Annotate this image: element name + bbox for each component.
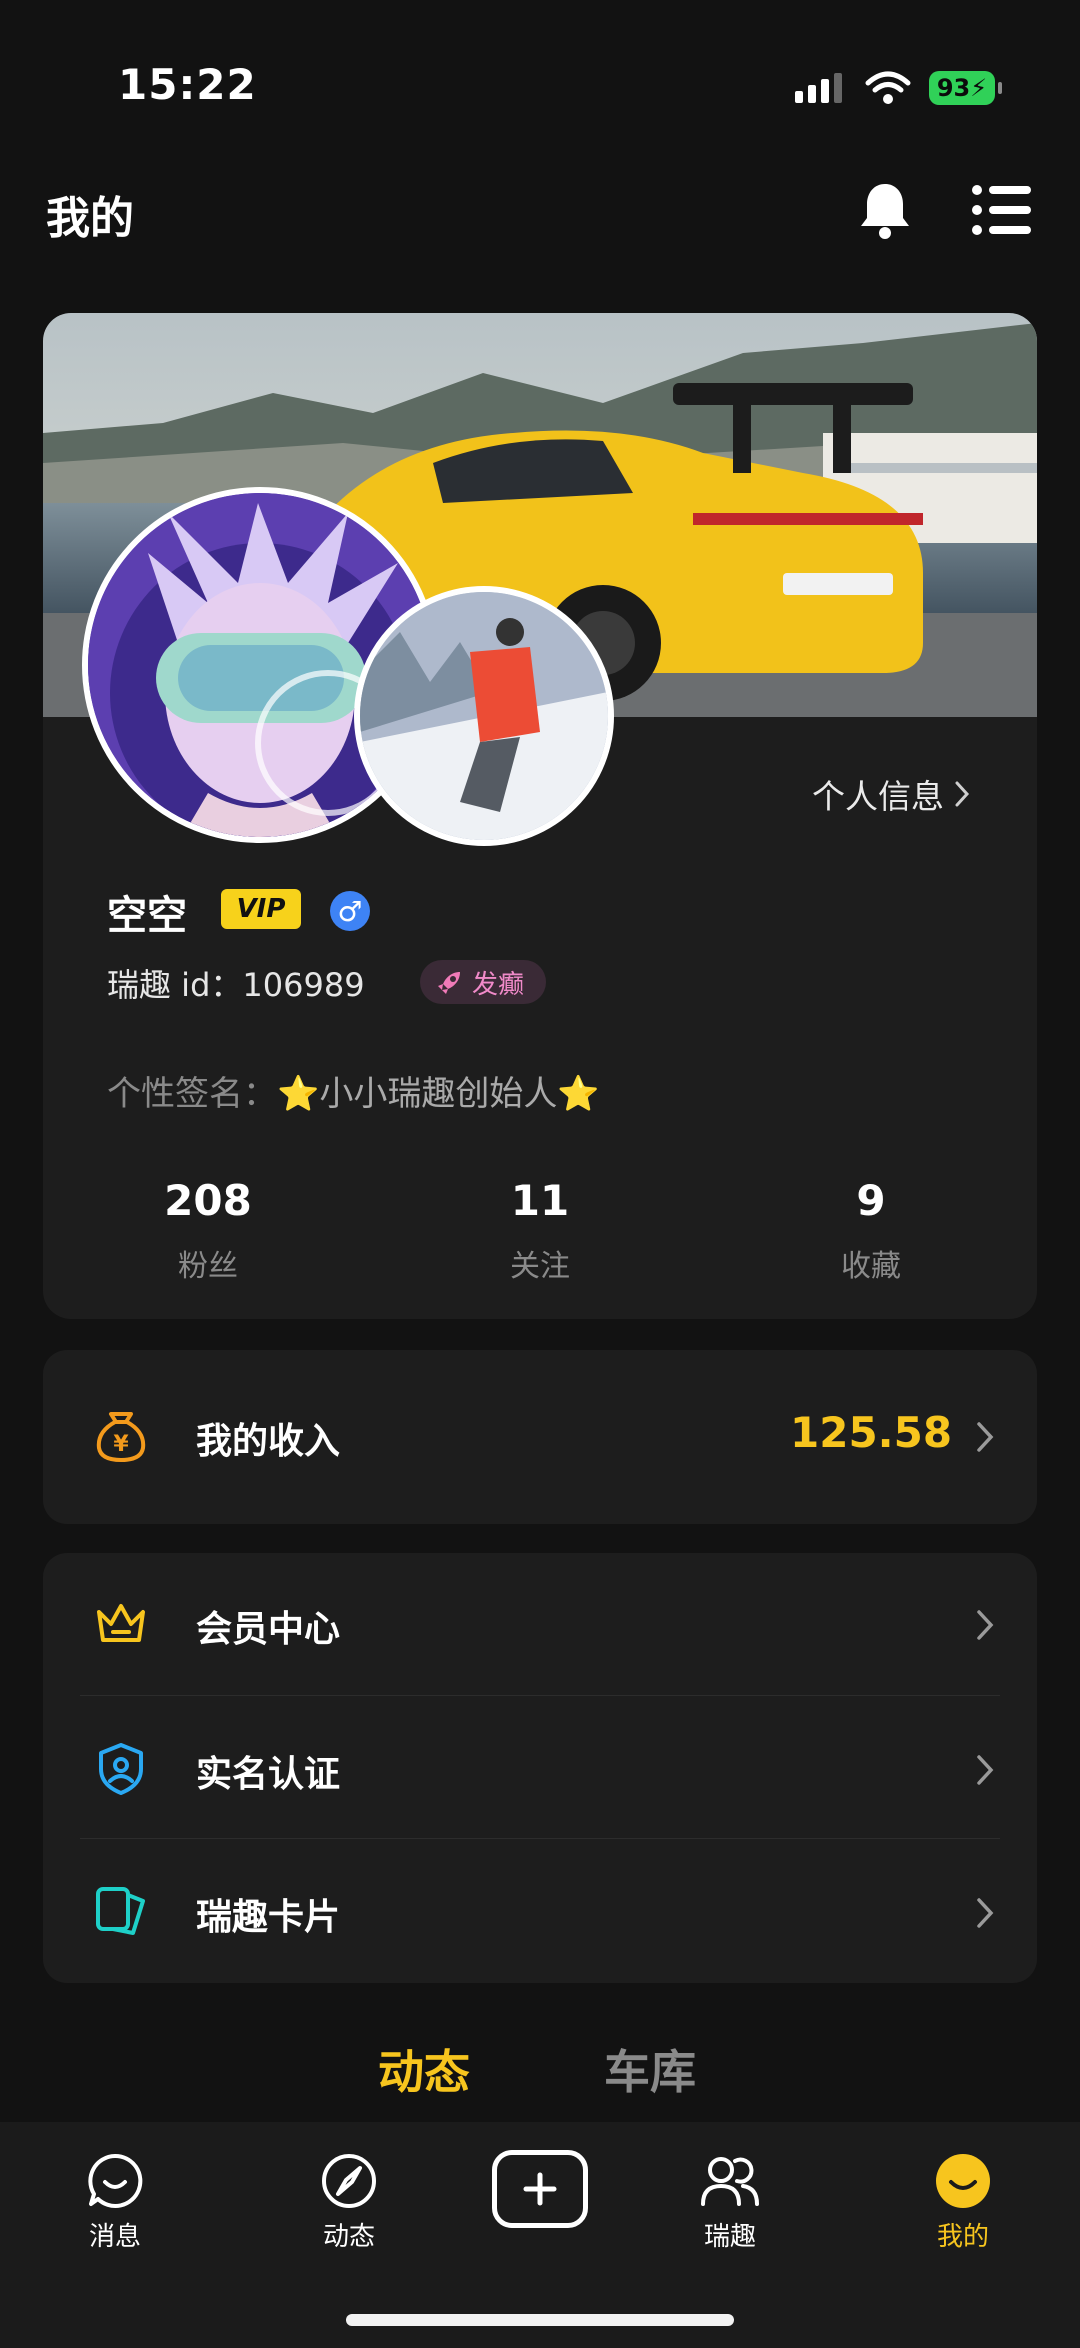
nav-feed[interactable]: 动态 xyxy=(269,2152,429,2253)
menu-item-real-name[interactable] xyxy=(43,1696,1037,1838)
smile-icon xyxy=(936,2154,990,2208)
nav-label: 消息 xyxy=(88,2222,141,2252)
money-bag-icon: ¥ xyxy=(96,1412,146,1462)
nav-label: 动态 xyxy=(322,2222,375,2252)
user-id-value: 106989 xyxy=(242,966,365,1004)
chevron-right-icon xyxy=(977,1422,994,1452)
shield-user-icon xyxy=(99,1743,143,1795)
chat-icon xyxy=(88,2153,143,2208)
add-icon xyxy=(523,2172,557,2206)
tab-garage[interactable]: 车库 xyxy=(604,2036,696,2102)
secondary-avatar[interactable] xyxy=(354,586,614,846)
svg-text:¥: ¥ xyxy=(113,1432,129,1457)
signature-label: 个性签名： xyxy=(107,1074,277,1114)
menu-item-label: 实名认证 xyxy=(196,1754,341,1795)
vip-badge[interactable]: VIP xyxy=(221,889,301,929)
user-id-label: 瑞趣 id： xyxy=(107,966,243,1004)
stat-label: 收藏 xyxy=(841,1249,901,1284)
nav-me[interactable]: 我的 xyxy=(883,2152,1043,2253)
menu-item-label: 瑞趣卡片 xyxy=(196,1897,341,1938)
home-indicator xyxy=(346,2314,734,2326)
username: 空空 xyxy=(107,893,187,939)
stat-label: 关注 xyxy=(510,1249,570,1284)
income-label: 我的收入 xyxy=(196,1421,341,1462)
compass-icon xyxy=(322,2154,376,2208)
income-value: 125.58 xyxy=(790,1408,953,1457)
stat-label: 粉丝 xyxy=(178,1249,238,1284)
stat-value: 11 xyxy=(510,1176,570,1225)
nav-ruiqu[interactable]: 瑞趣 xyxy=(650,2152,810,2253)
nav-messages[interactable]: 消息 xyxy=(35,2152,195,2253)
status-indicators: 93 ⚡ xyxy=(795,66,1002,110)
stat-following[interactable]: 11 关注 xyxy=(415,1176,665,1285)
page-title: 我的 xyxy=(46,193,134,244)
signature: 个性签名：⭐小小瑞趣创始人⭐ xyxy=(107,1066,600,1115)
chevron-right-icon xyxy=(977,1610,994,1640)
profile-info-link[interactable]: 个人信息 xyxy=(812,770,970,818)
rocket-icon xyxy=(438,972,460,994)
stat-value: 208 xyxy=(164,1176,252,1225)
crown-icon xyxy=(97,1604,145,1642)
signal-icon xyxy=(795,73,842,103)
stat-favorites[interactable]: 9 收藏 xyxy=(746,1176,996,1285)
chevron-right-icon xyxy=(955,781,970,807)
menu-item-vip-center[interactable] xyxy=(43,1553,1037,1695)
nav-label: 瑞趣 xyxy=(703,2222,756,2252)
menu-item-cards[interactable] xyxy=(43,1839,1037,1981)
signature-value: ⭐小小瑞趣创始人⭐ xyxy=(277,1074,600,1114)
wifi-icon xyxy=(865,71,911,104)
tab-feed[interactable]: 动态 xyxy=(378,2036,470,2102)
menu-item-label: 会员中心 xyxy=(196,1609,341,1650)
status-tag-label: 发癫 xyxy=(472,969,525,1000)
battery-indicator: 93 ⚡ xyxy=(929,71,1002,105)
stat-value: 9 xyxy=(856,1176,886,1225)
profile-info-label: 个人信息 xyxy=(812,777,944,816)
create-post-button[interactable] xyxy=(492,2150,588,2228)
nav-label: 我的 xyxy=(936,2222,989,2252)
status-tag[interactable]: 发癫 xyxy=(420,960,547,1004)
status-time: 15:22 xyxy=(118,60,257,109)
bell-icon[interactable] xyxy=(858,180,912,240)
chevron-right-icon xyxy=(977,1898,994,1928)
stat-followers[interactable]: 208 粉丝 xyxy=(83,1176,333,1285)
menu-icon[interactable] xyxy=(972,184,1032,236)
battery-level: 93 xyxy=(936,74,971,102)
cards-icon xyxy=(96,1887,145,1935)
chevron-right-icon xyxy=(977,1755,994,1785)
group-icon xyxy=(701,2157,759,2206)
user-id: 瑞趣 id：106989 xyxy=(107,960,365,1006)
gender-male-icon: ♂ xyxy=(330,891,370,931)
